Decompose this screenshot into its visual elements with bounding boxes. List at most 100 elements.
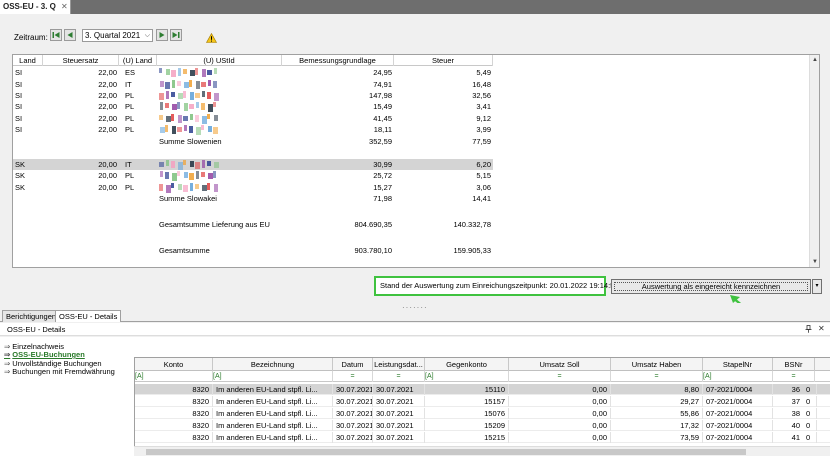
redaction-block bbox=[183, 91, 186, 98]
redaction-block bbox=[160, 102, 163, 110]
tab-oss-eu-3q[interactable]: OSS-EU - 3. Q ✕ bbox=[0, 0, 71, 14]
booking-row[interactable]: 8320 Im anderen EU-Land stpfl. Li... 30.07… bbox=[135, 384, 830, 395]
mark-button-dropdown-icon[interactable]: ▾ bbox=[812, 279, 822, 294]
filter-umsatz-haben[interactable]: = bbox=[611, 371, 703, 382]
summary-row[interactable]: SI 22,00 PL 18,11 3,99 bbox=[13, 124, 493, 135]
summary-row[interactable] bbox=[13, 147, 493, 158]
redaction-block bbox=[201, 103, 205, 110]
cell-uland: IT bbox=[125, 80, 132, 89]
pin-icon[interactable] bbox=[805, 325, 812, 335]
summary-row[interactable]: Summe Slowenien 352,59 77,59 bbox=[13, 136, 493, 147]
col-leistungsdatum[interactable]: Leistungsdat... bbox=[373, 358, 425, 371]
mark-as-submitted-button[interactable]: Auswertung als eingereicht kennzeichnen bbox=[611, 279, 811, 294]
tab-oss-eu-details[interactable]: OSS-EU - Details bbox=[55, 310, 122, 322]
summary-row[interactable]: SI 22,00 PL 41,45 9,12 bbox=[13, 113, 493, 124]
redaction-block bbox=[166, 160, 169, 166]
col-stapelnr[interactable]: StapelNr bbox=[703, 358, 773, 371]
booking-row[interactable]: 8320 Im anderen EU-Land stpfl. Li... 30.07… bbox=[135, 396, 830, 407]
col-steuersatz[interactable]: Steuersatz bbox=[43, 55, 119, 66]
col-bezeichnung[interactable]: Bezeichnung bbox=[213, 358, 333, 371]
filter-gegenkonto[interactable]: [A] bbox=[425, 371, 509, 382]
col-gegenkonto[interactable]: Gegenkonto bbox=[425, 358, 509, 371]
cell-land: SI bbox=[15, 91, 23, 100]
redaction-block bbox=[213, 102, 216, 107]
col-konto[interactable]: Konto bbox=[135, 358, 213, 371]
cell-bem: 352,59 bbox=[369, 137, 392, 146]
col-datum[interactable]: Datum bbox=[333, 358, 373, 371]
redaction-block bbox=[207, 92, 211, 99]
summary-grid-header: Land Steuersatz (U) Land (U) UStId Bemes… bbox=[13, 55, 493, 66]
cell-datum: 30.07.2021 bbox=[333, 384, 373, 395]
filter-stapelnr[interactable]: [A] bbox=[703, 371, 773, 382]
col-uland[interactable]: (U) Land bbox=[119, 55, 157, 66]
bookings-horizontal-scrollbar[interactable] bbox=[134, 446, 830, 456]
filter-bsnr[interactable]: = bbox=[773, 371, 815, 382]
cell-extra: 0 bbox=[803, 396, 817, 407]
col-umsatz-soll[interactable]: Umsatz Soll bbox=[509, 358, 611, 371]
first-page-icon[interactable] bbox=[50, 29, 62, 41]
booking-row[interactable]: 8320 Im anderen EU-Land stpfl. Li... 30.07… bbox=[135, 408, 830, 419]
cell-steuer: 3,41 bbox=[476, 102, 491, 111]
arrow-icon: ⇒ bbox=[4, 350, 11, 359]
col-bsnr[interactable]: BSNr bbox=[773, 358, 815, 371]
col-bemessungsgrundlage[interactable]: Bemessungsgrundlage bbox=[282, 55, 394, 66]
summary-row[interactable]: SI 22,00 PL 147,98 32,56 bbox=[13, 90, 493, 101]
next-page-icon[interactable] bbox=[156, 29, 168, 41]
close-icon[interactable]: ✕ bbox=[818, 324, 825, 333]
cell-stapelnr: 07-2021/0004 bbox=[703, 432, 773, 443]
redaction-block bbox=[177, 171, 180, 176]
booking-row[interactable]: 8320 Im anderen EU-Land stpfl. Li... 30.07… bbox=[135, 420, 830, 431]
tab-berichtigungen[interactable]: Berichtigungen bbox=[2, 310, 61, 322]
summary-row[interactable]: SK 20,00 IT 30,99 6,20 bbox=[13, 159, 493, 170]
redaction-block bbox=[190, 114, 193, 120]
cell-uland bbox=[125, 136, 155, 147]
col-umsatz-haben[interactable]: Umsatz Haben bbox=[611, 358, 703, 371]
redaction-block bbox=[172, 80, 175, 88]
redaction-block bbox=[171, 114, 174, 121]
cell-text: Summe Slowenien bbox=[159, 137, 222, 146]
col-ustid[interactable]: (U) UStId bbox=[157, 55, 282, 66]
cell-bem bbox=[282, 147, 392, 158]
redaction-block bbox=[202, 160, 205, 168]
summary-row[interactable]: Gesamtsumme Lieferung aus EU 804.690,35 14… bbox=[13, 219, 493, 230]
scroll-thumb[interactable] bbox=[146, 449, 746, 455]
filter-konto[interactable]: [A] bbox=[135, 371, 213, 382]
summary-vertical-scrollbar[interactable]: ▲ ▼ bbox=[809, 55, 819, 267]
tree-item-oss-eu-buchungen[interactable]: ⇒ OSS-EU-Buchungen bbox=[4, 350, 85, 359]
scroll-down-icon[interactable]: ▼ bbox=[812, 259, 818, 265]
cell-steuer: 32,56 bbox=[472, 91, 491, 100]
cell-satz: 22,00 bbox=[98, 125, 117, 134]
scroll-up-icon[interactable]: ▲ bbox=[812, 57, 818, 63]
summary-row[interactable]: SK 20,00 PL 25,72 5,15 bbox=[13, 170, 493, 181]
summary-row[interactable]: Summe Slowakei 71,98 14,41 bbox=[13, 193, 493, 204]
summary-row[interactable]: Gesamtsumme 903.780,10 159.905,33 bbox=[13, 245, 493, 256]
cell-umsatz-haben: 55,86 bbox=[611, 408, 703, 419]
summary-row[interactable]: SI 22,00 IT 74,91 16,48 bbox=[13, 79, 493, 90]
col-steuer[interactable]: Steuer bbox=[394, 55, 493, 66]
oss-summary-grid[interactable]: Land Steuersatz (U) Land (U) UStId Bemes… bbox=[12, 54, 820, 268]
summary-row[interactable]: SI 22,00 PL 15,49 3,41 bbox=[13, 101, 493, 112]
summary-row[interactable]: SI 22,00 ES 24,95 5,49 bbox=[13, 67, 493, 78]
pane-splitter[interactable]: ······· bbox=[0, 303, 830, 312]
col-land[interactable]: Land bbox=[13, 55, 43, 66]
tree-item-buchungen-fremdwaehrung[interactable]: ⇒ Buchungen mit Fremdwährung bbox=[4, 367, 115, 376]
last-page-icon[interactable] bbox=[170, 29, 182, 41]
filter-datum[interactable]: = bbox=[333, 371, 373, 382]
redaction-block bbox=[196, 81, 200, 89]
filter-leistungsdatum[interactable]: = bbox=[373, 371, 425, 382]
summary-row[interactable]: SK 20,00 PL 15,27 3,06 bbox=[13, 182, 493, 193]
redacted-ustid bbox=[159, 113, 229, 124]
summary-row[interactable] bbox=[13, 205, 493, 216]
filter-bezeichnung[interactable]: [A] bbox=[213, 371, 333, 382]
tab-title: OSS-EU - 3. Q bbox=[3, 2, 56, 11]
cell-umsatz-haben: 73,59 bbox=[611, 432, 703, 443]
bookings-grid[interactable]: Konto Bezeichnung Datum Leistungsdat... … bbox=[134, 357, 830, 456]
cell-umsatz-soll: 0,00 bbox=[509, 420, 611, 431]
period-select[interactable]: 3. Quartal 2021 ⌵ bbox=[82, 29, 153, 42]
redaction-block bbox=[165, 125, 168, 132]
prev-page-icon[interactable] bbox=[64, 29, 76, 41]
tab-close-icon[interactable]: ✕ bbox=[61, 0, 68, 14]
summary-row[interactable] bbox=[13, 231, 493, 242]
filter-umsatz-soll[interactable]: = bbox=[509, 371, 611, 382]
booking-row[interactable]: 8320 Im anderen EU-Land stpfl. Li... 30.07… bbox=[135, 432, 830, 443]
